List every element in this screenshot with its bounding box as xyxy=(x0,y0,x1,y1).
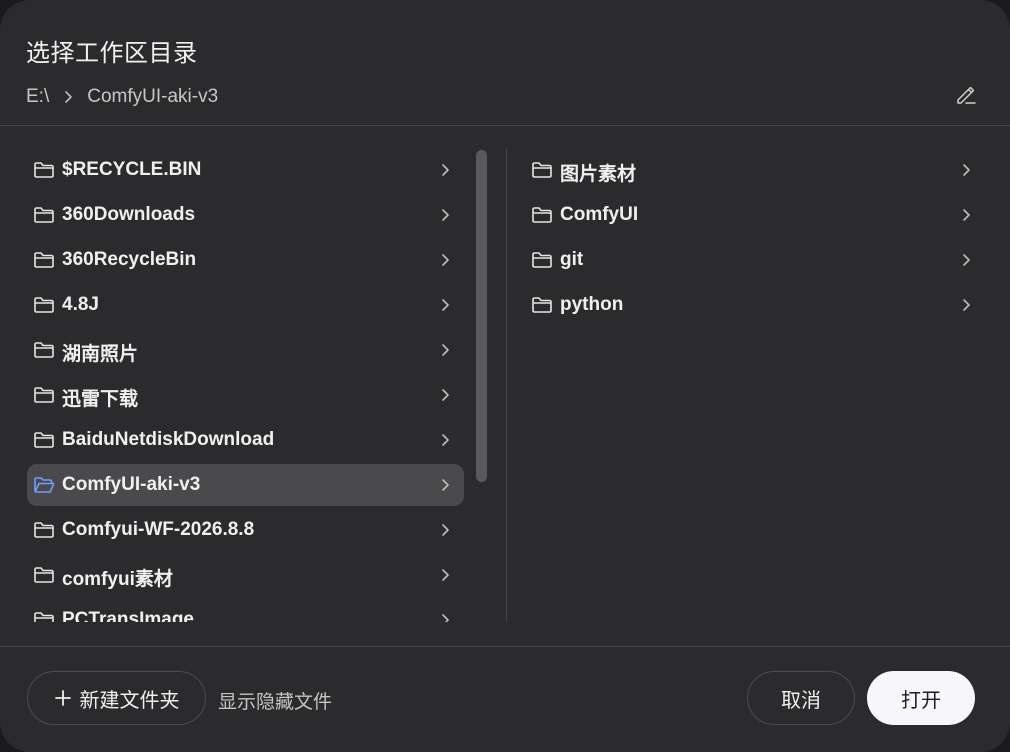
chevron-right-icon[interactable] xyxy=(957,206,975,224)
folder-name: 图片素材 xyxy=(560,164,637,185)
folder-icon xyxy=(33,340,55,360)
chevron-right-icon[interactable] xyxy=(436,341,454,359)
chevron-right-icon[interactable] xyxy=(436,161,454,179)
chevron-right-icon[interactable] xyxy=(436,521,454,539)
breadcrumb-item-folder[interactable]: ComfyUI-aki-v3 xyxy=(87,86,218,108)
left-folder-list[interactable]: $RECYCLE.BIN 360Downloads 360RecycleBin 4.8… xyxy=(27,149,464,622)
folder-row[interactable]: python xyxy=(525,284,985,326)
folder-icon xyxy=(33,295,55,315)
folder-icon xyxy=(531,205,553,225)
folder-icon xyxy=(531,295,553,315)
folder-name: 4.8J xyxy=(62,294,99,315)
chevron-right-icon[interactable] xyxy=(436,431,454,449)
folder-icon xyxy=(33,250,55,270)
pencil-icon xyxy=(954,83,978,112)
dialog-title: 选择工作区目录 xyxy=(26,40,198,67)
folder-icon xyxy=(33,205,55,225)
folder-name: python xyxy=(560,294,624,315)
breadcrumb-item-drive[interactable]: E:\ xyxy=(26,86,49,108)
folder-name: Comfyui-WF-2026.8.8 xyxy=(62,519,255,540)
column-divider xyxy=(506,149,507,622)
chevron-right-icon[interactable] xyxy=(436,251,454,269)
folder-row[interactable]: 360Downloads xyxy=(27,194,464,236)
chevron-right-icon[interactable] xyxy=(436,611,454,622)
left-list-scrollbar[interactable] xyxy=(476,150,487,482)
chevron-right-icon[interactable] xyxy=(436,206,454,224)
folder-icon xyxy=(33,385,55,405)
folder-row[interactable]: 湖南照片 xyxy=(27,329,464,371)
plus-icon xyxy=(54,689,72,707)
folder-name: 湖南照片 xyxy=(62,344,139,365)
folder-name: ComfyUI xyxy=(560,204,639,225)
folder-icon xyxy=(33,520,55,540)
folder-picker-dialog: 选择工作区目录 E:\ ComfyUI-aki-v3 $RECYCLE.BIN 3… xyxy=(0,0,1010,752)
breadcrumb: E:\ ComfyUI-aki-v3 xyxy=(26,84,218,110)
folder-row[interactable]: $RECYCLE.BIN xyxy=(27,149,464,191)
folder-icon xyxy=(531,250,553,270)
folder-row[interactable]: 迅雷下载 xyxy=(27,374,464,416)
folder-name: BaiduNetdiskDownload xyxy=(62,429,275,450)
edit-path-button[interactable] xyxy=(952,83,980,111)
chevron-right-icon xyxy=(57,86,79,108)
folder-icon xyxy=(33,565,55,585)
folder-row[interactable]: 4.8J xyxy=(27,284,464,326)
folder-name: comfyui素材 xyxy=(62,569,173,590)
new-folder-button[interactable]: 新建文件夹 xyxy=(27,671,206,725)
folder-name: 迅雷下载 xyxy=(62,389,139,410)
show-hidden-files-toggle[interactable]: 显示隐藏文件 xyxy=(218,687,332,714)
folder-icon xyxy=(33,610,55,622)
folder-row[interactable]: 图片素材 xyxy=(525,149,985,191)
chevron-right-icon[interactable] xyxy=(957,161,975,179)
folder-row[interactable]: git xyxy=(525,239,985,281)
chevron-right-icon[interactable] xyxy=(436,386,454,404)
chevron-right-icon[interactable] xyxy=(436,476,454,494)
new-folder-label: 新建文件夹 xyxy=(79,689,180,712)
folder-row[interactable]: 360RecycleBin xyxy=(27,239,464,281)
folder-row[interactable]: PCTransImage xyxy=(27,599,464,622)
chevron-right-icon[interactable] xyxy=(436,296,454,314)
right-folder-list[interactable]: 图片素材 ComfyUI git python xyxy=(525,149,985,622)
chevron-right-icon[interactable] xyxy=(436,566,454,584)
folder-name: ComfyUI-aki-v3 xyxy=(62,474,201,495)
folder-name: $RECYCLE.BIN xyxy=(62,159,202,180)
folder-icon xyxy=(531,160,553,180)
folder-name: PCTransImage xyxy=(62,609,194,622)
open-button[interactable]: 打开 xyxy=(867,671,975,725)
folder-icon xyxy=(33,430,55,450)
folder-row[interactable]: Comfyui-WF-2026.8.8 xyxy=(27,509,464,551)
folder-name: 360RecycleBin xyxy=(62,249,197,270)
footer-divider xyxy=(0,646,1010,647)
folder-row[interactable]: BaiduNetdiskDownload xyxy=(27,419,464,461)
chevron-right-icon[interactable] xyxy=(957,296,975,314)
cancel-button[interactable]: 取消 xyxy=(747,671,855,725)
folder-row[interactable]: ComfyUI xyxy=(525,194,985,236)
folder-row[interactable]: ComfyUI-aki-v3 xyxy=(27,464,464,506)
header-divider xyxy=(0,125,1010,126)
folder-name: git xyxy=(560,249,584,270)
folder-icon xyxy=(33,160,55,180)
chevron-right-icon[interactable] xyxy=(957,251,975,269)
folder-row[interactable]: comfyui素材 xyxy=(27,554,464,596)
folder-name: 360Downloads xyxy=(62,204,196,225)
folder-open-icon xyxy=(33,475,55,495)
